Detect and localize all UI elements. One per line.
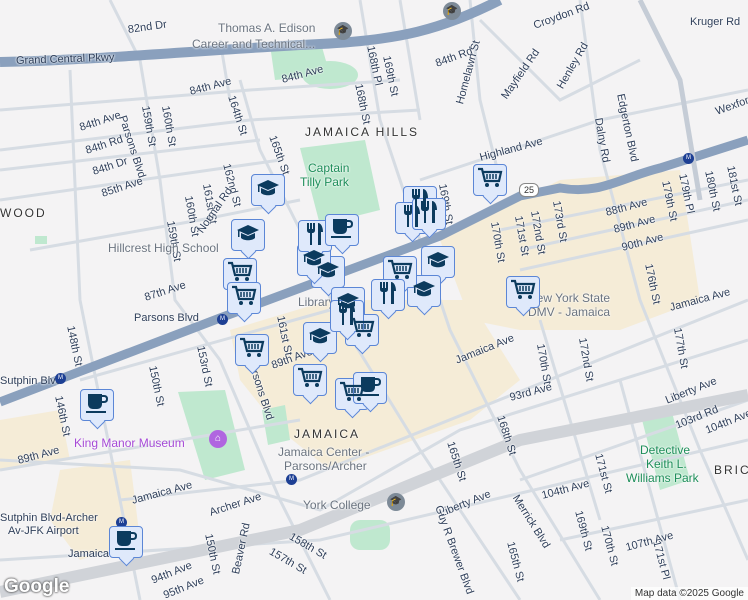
shopping-icon [510, 279, 536, 306]
shopping-icon [231, 285, 257, 312]
cafe-marker[interactable] [325, 214, 359, 246]
subway-icon[interactable]: M [55, 373, 66, 384]
shopping-marker[interactable] [293, 364, 327, 396]
education-icon [308, 326, 332, 351]
street-label: Av-JFK Airport [8, 525, 79, 537]
poi-label[interactable]: New York State [528, 292, 610, 304]
poi-label[interactable]: York College [303, 499, 371, 511]
restaurant-icon [378, 281, 398, 310]
street-label: Sutphin Blvd [0, 375, 62, 387]
museum-poi-icon[interactable]: ⌂ [209, 430, 227, 448]
restaurant-icon [305, 222, 325, 251]
neighborhood-label: JAMAICA HILLS [305, 125, 420, 139]
education-icon [236, 223, 260, 248]
school-poi-icon[interactable]: 🎓 [443, 2, 461, 20]
shopping-icon [297, 367, 323, 394]
cafe-icon [85, 392, 109, 419]
google-logo: Google [4, 576, 70, 597]
park-label: Keith L. [646, 457, 687, 471]
restaurant-marker[interactable] [371, 279, 405, 311]
education-marker[interactable] [303, 322, 337, 354]
education-marker[interactable] [231, 219, 265, 251]
poi-label[interactable]: Parsons/Archer [284, 460, 367, 472]
poi-label[interactable]: Career and Technical... [192, 38, 315, 50]
map-canvas[interactable]: 82nd Dr Grand Central Pkwy Thomas A. Ediso… [0, 0, 748, 600]
poi-label[interactable]: Jamaica Center - [278, 446, 369, 458]
education-icon [412, 279, 436, 304]
education-icon [256, 178, 280, 203]
shopping-icon [477, 167, 503, 194]
street-label: Kruger Rd [690, 16, 741, 28]
shopping-icon [239, 337, 265, 364]
neighborhood-label: JAMAICA [294, 427, 361, 441]
cafe-icon [114, 529, 138, 556]
poi-label[interactable]: King Manor Museum [74, 437, 185, 449]
subway-icon[interactable]: M [217, 314, 228, 325]
map-attribution[interactable]: Map data ©2025 Google [630, 587, 748, 600]
shopping-marker[interactable] [473, 164, 507, 196]
education-marker[interactable] [251, 174, 285, 206]
education-marker[interactable] [421, 246, 455, 278]
neighborhood-label: BRICK [714, 463, 748, 477]
route-shield: 25 [519, 183, 539, 197]
shopping-marker[interactable] [235, 334, 269, 366]
cafe-marker[interactable] [109, 526, 143, 558]
street-label: Jamaica [68, 548, 109, 560]
school-poi-icon[interactable]: 🎓 [334, 22, 352, 40]
street-label: Parsons Blvd [134, 312, 199, 324]
park-label: Williams Park [626, 471, 699, 485]
restaurant-icon [419, 200, 439, 229]
subway-icon[interactable]: M [286, 474, 297, 485]
shopping-marker[interactable] [227, 282, 261, 314]
park-label: Detective [640, 443, 691, 457]
school-poi-icon[interactable]: 🎓 [387, 493, 405, 511]
poi-label[interactable]: Thomas A. Edison [218, 22, 315, 34]
poi-label[interactable]: DMV - Jamaica [528, 306, 610, 318]
cafe-icon [330, 217, 354, 244]
shopping-marker[interactable] [506, 276, 540, 308]
neighborhood-label: WOOD [0, 206, 47, 220]
street-label: Sutphin Blvd-Archer [0, 512, 98, 524]
education-icon [426, 250, 450, 275]
park-label: Tilly Park [300, 175, 349, 189]
cafe-marker[interactable] [80, 389, 114, 421]
subway-icon[interactable]: M [683, 153, 694, 164]
park-label: Captain [308, 161, 350, 175]
poi-label[interactable]: Hillcrest High School [108, 242, 219, 254]
